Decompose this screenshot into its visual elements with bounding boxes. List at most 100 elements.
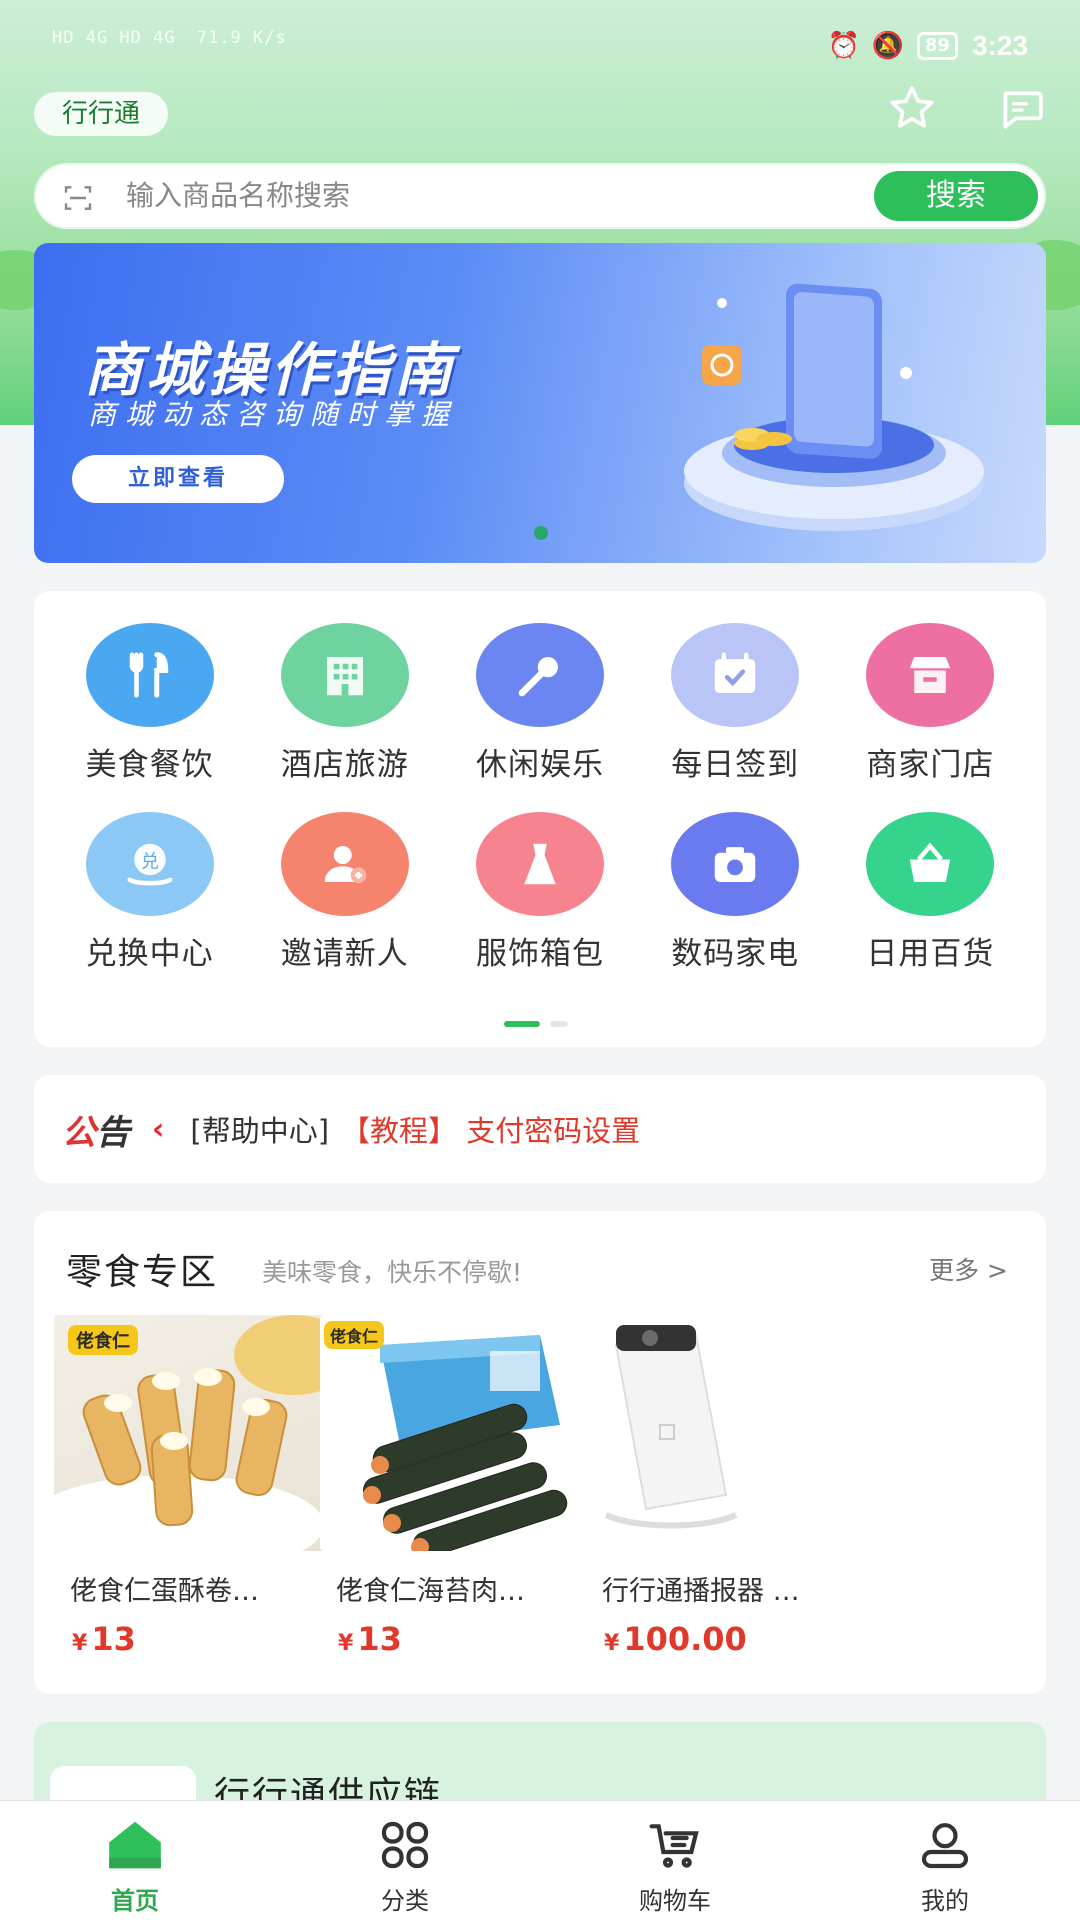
phone-illustration bbox=[684, 283, 984, 531]
section-title: 零食专区 bbox=[66, 1252, 219, 1293]
tab-profile[interactable]: 我的 bbox=[810, 1801, 1080, 1920]
brand-logo: 佬食仁 bbox=[68, 1325, 138, 1355]
category-food[interactable]: 美食餐饮 bbox=[52, 623, 247, 784]
banner-view-button[interactable]: 立即查看 bbox=[72, 455, 284, 503]
search-bar[interactable]: 输入商品名称搜索 搜索 bbox=[34, 163, 1046, 229]
category-digital[interactable]: 数码家电 bbox=[638, 812, 833, 973]
product-image: 佬食仁 bbox=[320, 1315, 614, 1551]
search-input[interactable]: 输入商品名称搜索 bbox=[126, 165, 350, 227]
banner-indicator-dot bbox=[534, 526, 548, 540]
category-hotel[interactable]: 酒店旅游 bbox=[247, 623, 442, 784]
cart-icon bbox=[643, 1815, 707, 1875]
tab-label: 购物车 bbox=[639, 1887, 711, 1915]
alarm-icon: ⏰ bbox=[827, 31, 861, 61]
category-label: 休闲娱乐 bbox=[475, 747, 604, 783]
building-icon bbox=[280, 623, 409, 727]
category-apparel[interactable]: 服饰箱包 bbox=[442, 812, 637, 973]
star-icon bbox=[890, 86, 934, 128]
more-link[interactable]: 更多 > bbox=[929, 1251, 1008, 1287]
category-grid-icon bbox=[373, 1815, 437, 1875]
microphone-icon bbox=[475, 623, 604, 727]
battery-indicator: 89 bbox=[916, 32, 958, 60]
fork-knife-icon bbox=[85, 623, 214, 727]
status-right: ⏰ 🔕 89 3:23 bbox=[827, 30, 1028, 62]
product-image bbox=[586, 1315, 880, 1551]
tab-cart[interactable]: 购物车 bbox=[540, 1801, 810, 1920]
broadcaster-device-illustration bbox=[604, 1325, 738, 1529]
product-name: 佬食仁蛋酥卷… bbox=[70, 1576, 259, 1607]
announcement-label-a: 公 bbox=[62, 1112, 96, 1153]
announcement-label-b: 告 bbox=[96, 1112, 130, 1153]
section-subtitle: 美味零食，快乐不停歇! bbox=[262, 1258, 523, 1287]
category-invite[interactable]: 邀请新人 bbox=[247, 812, 442, 973]
message-button[interactable] bbox=[994, 80, 1050, 136]
category-exchange[interactable]: 兑 兑换中心 bbox=[52, 812, 247, 973]
user-icon bbox=[913, 1815, 977, 1875]
tab-label: 分类 bbox=[381, 1887, 429, 1915]
search-button[interactable]: 搜索 bbox=[874, 171, 1038, 221]
tab-label: 我的 bbox=[921, 1887, 969, 1915]
status-bar: HD 4G HD 4G 71.9 K/s ⏰ 🔕 89 3:23 bbox=[0, 0, 1080, 90]
category-label: 酒店旅游 bbox=[280, 747, 409, 783]
category-label: 美食餐饮 bbox=[85, 747, 214, 783]
product-card[interactable]: 行行通播报器 … ¥100.00 bbox=[586, 1315, 880, 1658]
announcement-label: 公告 bbox=[62, 1105, 130, 1154]
product-name: 行行通播报器 … bbox=[602, 1576, 800, 1607]
category-label: 兑换中心 bbox=[85, 936, 214, 972]
announcement-text[interactable]: 【教程】 支付密码设置 bbox=[341, 1108, 640, 1150]
snacks-section: 零食专区 美味零食，快乐不停歇! 更多 > 佬食仁 佬食仁蛋酥卷… ¥13 佬食… bbox=[34, 1211, 1046, 1694]
product-price: ¥100.00 bbox=[604, 1620, 880, 1658]
app-name-badge: 行行通 bbox=[34, 92, 169, 136]
price-value: 13 bbox=[357, 1620, 402, 1658]
brand-logo: 佬食仁 bbox=[324, 1321, 385, 1349]
bottom-tab-bar: 首页 分类 购物车 我的 bbox=[0, 1800, 1080, 1920]
exchange-icon: 兑 bbox=[85, 812, 214, 916]
category-checkin[interactable]: 每日签到 bbox=[638, 623, 833, 784]
camera-icon bbox=[671, 812, 800, 916]
product-card[interactable]: 佬食仁 佬食仁海苔肉… ¥13 bbox=[320, 1315, 614, 1658]
tab-label: 首页 bbox=[111, 1887, 159, 1915]
svg-text:兑: 兑 bbox=[141, 851, 159, 872]
category-stores[interactable]: 商家门店 bbox=[833, 623, 1028, 784]
mute-bell-icon: 🔕 bbox=[871, 31, 905, 61]
promo-banner[interactable]: 商城操作指南 商城动态咨询随时掌握 立即查看 bbox=[34, 243, 1046, 563]
store-icon bbox=[866, 623, 995, 727]
add-user-icon bbox=[280, 812, 409, 916]
network-label: HD 4G HD 4G bbox=[52, 28, 176, 48]
currency-symbol: ¥ bbox=[604, 1631, 620, 1656]
network-speed: 71.9 K/s bbox=[196, 28, 287, 48]
home-icon bbox=[103, 1815, 167, 1875]
basket-icon bbox=[866, 812, 995, 916]
category-leisure[interactable]: 休闲娱乐 bbox=[442, 623, 637, 784]
clock: 3:23 bbox=[971, 30, 1028, 61]
scan-icon[interactable] bbox=[62, 182, 94, 214]
price-value: 100.00 bbox=[623, 1620, 747, 1658]
chat-bubble-icon bbox=[1003, 91, 1043, 129]
pager-dot bbox=[550, 1021, 568, 1027]
product-price: ¥13 bbox=[338, 1620, 614, 1658]
tab-category[interactable]: 分类 bbox=[270, 1801, 540, 1920]
category-label: 服饰箱包 bbox=[475, 936, 604, 972]
price-value: 13 bbox=[91, 1620, 136, 1658]
announcement-bar[interactable]: 公告 ‹ [帮助中心] 【教程】 支付密码设置 bbox=[34, 1075, 1046, 1183]
category-grid: 美食餐饮 酒店旅游 休闲娱乐 每日签到 商家门店 兑 兑换中心 邀请新人 服饰箱… bbox=[34, 591, 1046, 1047]
product-card[interactable]: 佬食仁 佬食仁蛋酥卷… ¥13 bbox=[54, 1315, 348, 1658]
favorite-button[interactable] bbox=[884, 80, 940, 136]
announcement-category: [帮助中心] bbox=[190, 1114, 330, 1148]
dress-icon bbox=[475, 812, 604, 916]
currency-symbol: ¥ bbox=[72, 1631, 88, 1656]
category-label: 数码家电 bbox=[671, 936, 800, 972]
banner-subtitle: 商城动态咨询随时掌握 bbox=[88, 398, 459, 431]
pager-dot-active bbox=[504, 1021, 540, 1027]
tab-home[interactable]: 首页 bbox=[0, 1801, 270, 1920]
category-label: 商家门店 bbox=[866, 747, 995, 783]
product-image: 佬食仁 bbox=[54, 1315, 348, 1551]
product-price: ¥13 bbox=[72, 1620, 348, 1658]
product-name: 佬食仁海苔肉… bbox=[336, 1576, 525, 1607]
calendar-check-icon bbox=[671, 623, 800, 727]
category-label: 日用百货 bbox=[866, 936, 995, 972]
currency-symbol: ¥ bbox=[338, 1631, 354, 1656]
seaweed-roll-illustration bbox=[363, 1335, 568, 1551]
category-daily-goods[interactable]: 日用百货 bbox=[833, 812, 1028, 973]
category-label: 邀请新人 bbox=[280, 936, 409, 972]
